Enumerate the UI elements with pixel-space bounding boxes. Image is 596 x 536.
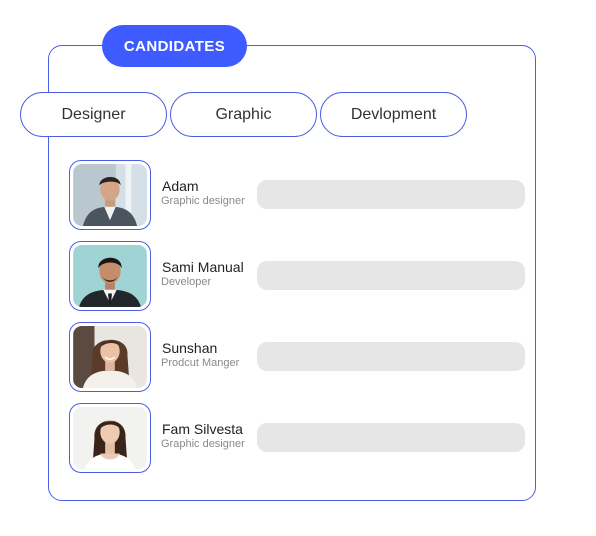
candidate-name: Adam bbox=[162, 178, 199, 194]
candidates-header-badge: CANDIDATES bbox=[102, 25, 247, 67]
candidate-info-bar bbox=[257, 261, 525, 290]
tab-graphic-label: Graphic bbox=[215, 105, 272, 123]
candidate-name: Sunshan bbox=[162, 340, 218, 356]
candidate-row[interactable]: Adam Graphic designer bbox=[69, 160, 529, 230]
tab-designer-label: Designer bbox=[61, 105, 126, 123]
tab-devlopment[interactable]: Devlopment bbox=[320, 92, 467, 137]
tab-graphic[interactable]: Graphic bbox=[170, 92, 317, 137]
candidate-role: Prodcut Manger bbox=[161, 357, 240, 369]
candidate-role: Graphic designer bbox=[161, 438, 245, 450]
avatar bbox=[69, 322, 151, 392]
candidate-photo-fam bbox=[73, 407, 147, 469]
tab-designer[interactable]: Designer bbox=[20, 92, 167, 137]
candidate-photo-adam bbox=[73, 164, 147, 226]
avatar bbox=[69, 241, 151, 311]
candidate-name: Sami Manual bbox=[162, 259, 244, 275]
candidate-row[interactable]: Fam Silvesta Graphic designer bbox=[69, 403, 529, 473]
candidate-info-bar bbox=[257, 342, 525, 371]
candidate-role: Developer bbox=[161, 276, 212, 288]
candidate-row[interactable]: Sunshan Prodcut Manger bbox=[69, 322, 529, 392]
candidates-title: CANDIDATES bbox=[123, 37, 226, 55]
candidate-name: Fam Silvesta bbox=[162, 421, 243, 437]
avatar bbox=[69, 403, 151, 473]
candidate-photo-sunshan bbox=[73, 326, 147, 388]
candidate-info-bar bbox=[257, 423, 525, 452]
candidate-role: Graphic designer bbox=[161, 195, 245, 207]
candidate-photo-sami bbox=[73, 245, 147, 307]
tab-devlopment-label: Devlopment bbox=[350, 105, 437, 123]
candidate-row[interactable]: Sami Manual Developer bbox=[69, 241, 529, 311]
candidate-info-bar bbox=[257, 180, 525, 209]
avatar bbox=[69, 160, 151, 230]
